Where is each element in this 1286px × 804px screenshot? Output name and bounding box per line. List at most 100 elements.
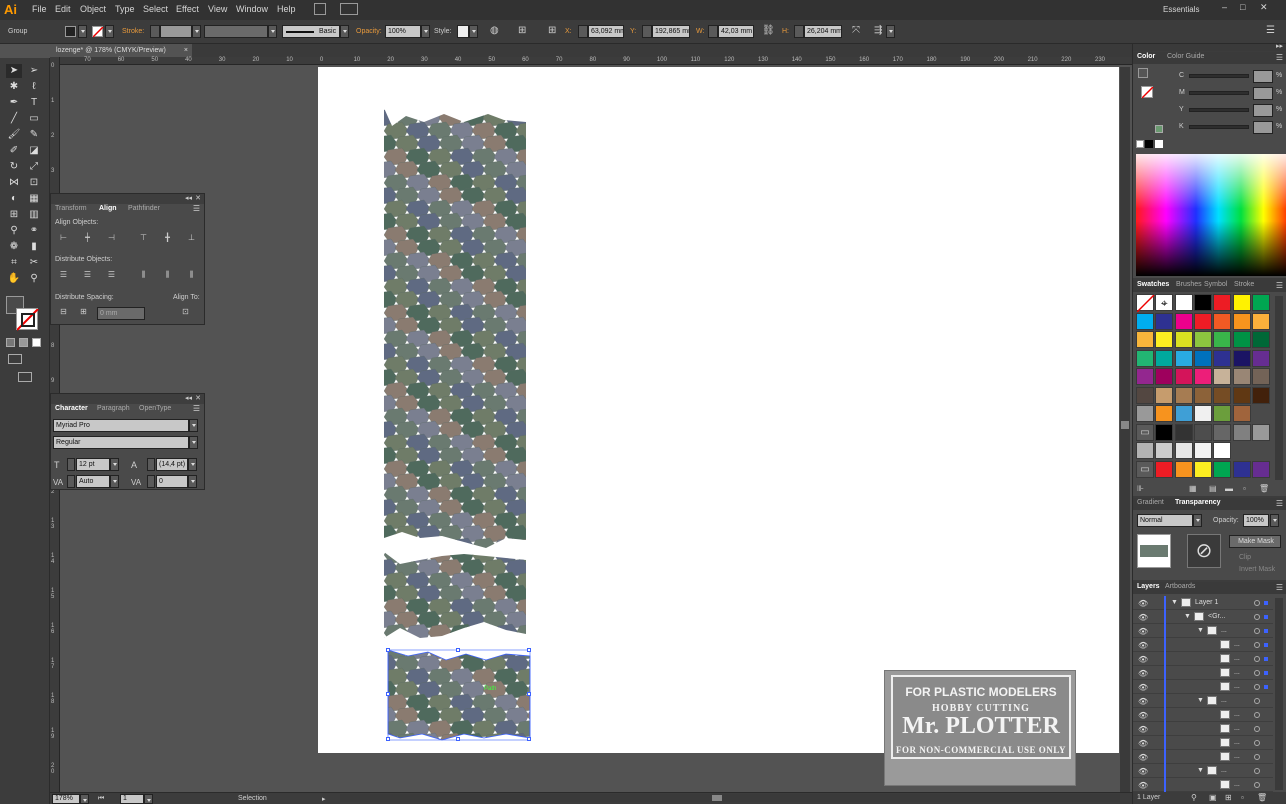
tab-brushes[interactable]: Brushes bbox=[1176, 281, 1202, 288]
stroke-dropdown[interactable] bbox=[105, 25, 114, 38]
color-swatch[interactable] bbox=[1193, 368, 1212, 385]
dock-header[interactable]: ▸▸ bbox=[1133, 43, 1286, 51]
menu-edit[interactable]: Edit bbox=[55, 4, 71, 14]
target-circle-icon[interactable] bbox=[1254, 712, 1260, 718]
color-swatch[interactable] bbox=[1232, 331, 1251, 348]
width-tool-icon[interactable]: ⋈ bbox=[6, 176, 22, 190]
color-swatch[interactable] bbox=[1232, 460, 1251, 478]
none-swatch-icon[interactable] bbox=[1136, 294, 1155, 313]
font-style-dropdown[interactable] bbox=[189, 436, 198, 449]
opacity-dropdown[interactable] bbox=[421, 25, 430, 38]
selection-indicator[interactable] bbox=[1264, 601, 1268, 605]
color-swatch[interactable] bbox=[1213, 331, 1232, 348]
close-panel-icon[interactable]: ✕ bbox=[195, 194, 201, 202]
color-swatch[interactable] bbox=[1136, 368, 1154, 385]
blend-mode-dropdown[interactable] bbox=[1193, 514, 1202, 527]
layer-name[interactable]: ... bbox=[1234, 683, 1240, 690]
new-swatch-icon[interactable]: ▫ bbox=[1243, 484, 1246, 493]
zoom-input[interactable]: 178% bbox=[52, 794, 80, 804]
horizontal-scrollbar[interactable] bbox=[340, 794, 1120, 802]
panel-menu-icon[interactable]: ☰ bbox=[193, 404, 200, 413]
layer-row[interactable]: 👁... bbox=[1133, 722, 1273, 736]
none-mode-icon[interactable] bbox=[32, 338, 41, 347]
layer-row[interactable]: 👁 ▼ Layer 1 bbox=[1133, 596, 1273, 610]
color-swatch[interactable] bbox=[1174, 460, 1193, 478]
kerning-stepper[interactable] bbox=[67, 475, 75, 488]
out-of-gamut-swatch[interactable] bbox=[1155, 125, 1163, 133]
stroke-color-box[interactable] bbox=[16, 308, 39, 331]
isolate-group-icon[interactable]: ⇶ bbox=[874, 25, 882, 36]
color-swatch[interactable] bbox=[1174, 368, 1193, 385]
document-tab[interactable]: lozenge* @ 178% (CMYK/Preview) × bbox=[50, 44, 192, 57]
align-bottom-icon[interactable]: ⊥ bbox=[185, 232, 198, 244]
visibility-eye-icon[interactable]: 👁 bbox=[1138, 697, 1148, 706]
zoom-tool-icon[interactable]: ⚲ bbox=[26, 272, 42, 286]
color-swatch[interactable] bbox=[1251, 312, 1270, 330]
y-stepper[interactable] bbox=[642, 25, 652, 38]
collapse-icon[interactable]: ◂◂ bbox=[185, 394, 192, 402]
mesh-tool-icon[interactable]: ⊞ bbox=[6, 208, 22, 222]
free-transform-tool-icon[interactable]: ⊡ bbox=[26, 176, 42, 190]
leading-input[interactable]: (14,4 pt) bbox=[156, 458, 188, 471]
color-swatch[interactable] bbox=[1213, 405, 1232, 422]
bounding-handle[interactable] bbox=[527, 648, 531, 652]
delete-layer-icon[interactable]: 🗑 bbox=[1257, 793, 1267, 802]
swatches-scrollbar[interactable] bbox=[1275, 296, 1283, 480]
eyedropper-tool-icon[interactable]: ⚲ bbox=[6, 224, 22, 238]
selection-indicator[interactable] bbox=[1264, 685, 1268, 689]
layer-name[interactable]: ... bbox=[1234, 655, 1240, 662]
color-swatch[interactable] bbox=[1213, 460, 1232, 478]
target-circle-icon[interactable] bbox=[1254, 684, 1260, 690]
visibility-eye-icon[interactable]: 👁 bbox=[1138, 613, 1148, 622]
close-panel-icon[interactable]: ✕ bbox=[195, 394, 201, 402]
bounding-handle[interactable] bbox=[456, 737, 460, 741]
bounding-handle[interactable] bbox=[456, 648, 460, 652]
target-circle-icon[interactable] bbox=[1254, 656, 1260, 662]
lasso-tool-icon[interactable]: ℓ bbox=[26, 80, 42, 94]
graphic-style-dropdown[interactable] bbox=[469, 25, 478, 38]
pencil-tool-icon[interactable]: ✎ bbox=[26, 128, 42, 142]
tab-stroke[interactable]: Stroke bbox=[1234, 281, 1254, 288]
recolor-artwork-icon[interactable]: ◍ bbox=[490, 25, 499, 36]
swatch-libraries-icon[interactable]: ⊪ bbox=[1137, 484, 1144, 493]
tracking-input[interactable]: 0 bbox=[156, 475, 188, 488]
swatch-options-icon[interactable]: ▤ bbox=[1209, 484, 1217, 493]
color-swatch[interactable] bbox=[1136, 442, 1154, 459]
tab-gradient[interactable]: Gradient bbox=[1137, 499, 1164, 506]
menu-select[interactable]: Select bbox=[143, 4, 168, 14]
font-size-input[interactable]: 12 pt bbox=[76, 458, 110, 471]
y-input[interactable]: 192,865 mm bbox=[652, 25, 690, 38]
selection-indicator[interactable] bbox=[1264, 657, 1268, 661]
color-swatch[interactable] bbox=[1213, 312, 1232, 330]
black-input[interactable] bbox=[1253, 121, 1273, 134]
layer-row[interactable]: 👁 ▼... bbox=[1133, 694, 1273, 708]
layer-row[interactable]: 👁... bbox=[1133, 778, 1273, 792]
color-swatch[interactable] bbox=[1155, 331, 1174, 348]
layer-row[interactable]: 👁 ▼... bbox=[1133, 624, 1273, 638]
color-swatch[interactable] bbox=[1174, 442, 1193, 459]
selection-indicator[interactable] bbox=[1264, 629, 1268, 633]
workspace-switcher[interactable]: Essentials bbox=[1163, 5, 1199, 14]
layer-row[interactable]: 👁... bbox=[1133, 736, 1273, 750]
rotate-tool-icon[interactable]: ↻ bbox=[6, 160, 22, 174]
target-circle-icon[interactable] bbox=[1254, 782, 1260, 788]
color-swatch[interactable] bbox=[1155, 460, 1174, 478]
selection-indicator[interactable] bbox=[1264, 671, 1268, 675]
color-swatch[interactable] bbox=[1193, 423, 1212, 441]
kerning-input[interactable]: Auto bbox=[76, 475, 110, 488]
tab-align[interactable]: Align bbox=[99, 205, 117, 212]
color-swatch[interactable] bbox=[1251, 386, 1270, 404]
tab-paragraph[interactable]: Paragraph bbox=[97, 405, 130, 412]
locate-object-icon[interactable]: ⚲ bbox=[1191, 793, 1197, 802]
color-swatch[interactable] bbox=[1193, 294, 1212, 311]
panel-menu-icon[interactable]: ☰ bbox=[1276, 499, 1283, 508]
tab-color[interactable]: Color bbox=[1137, 53, 1155, 60]
tracking-dropdown[interactable] bbox=[188, 475, 197, 488]
bounding-handle[interactable] bbox=[386, 737, 390, 741]
lozenge-artwork[interactable] bbox=[384, 108, 532, 748]
artboard-dropdown[interactable] bbox=[144, 794, 153, 804]
color-swatch[interactable] bbox=[1136, 405, 1154, 422]
black-color-box[interactable] bbox=[1145, 140, 1153, 148]
distribute-horizontal-center-icon[interactable]: ⫼ bbox=[161, 269, 174, 281]
x-stepper[interactable] bbox=[578, 25, 588, 38]
